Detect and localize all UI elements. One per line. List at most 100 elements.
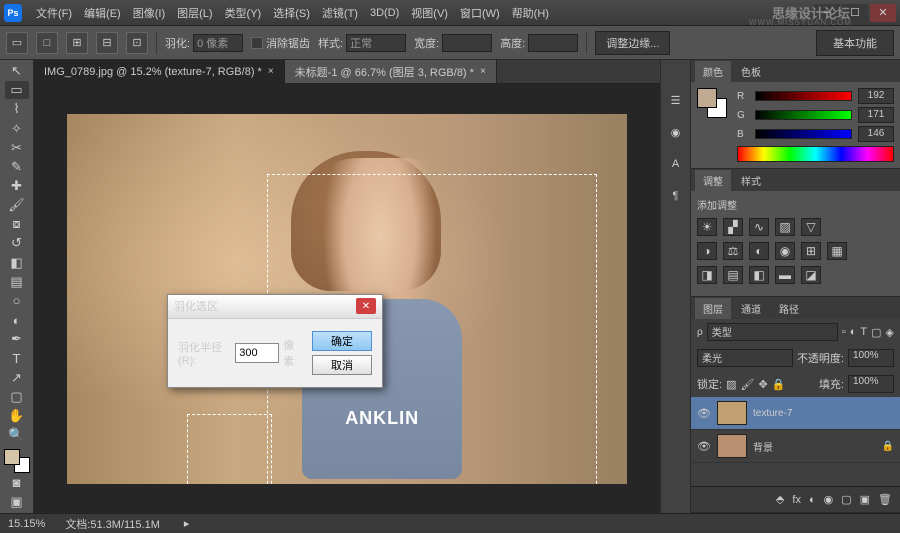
menu-window[interactable]: 窗口(W) — [454, 1, 506, 25]
channels-tab[interactable]: 通道 — [733, 298, 769, 319]
filter-type-icon[interactable]: T — [860, 326, 867, 338]
channelmixer-icon[interactable]: ⊞ — [801, 242, 821, 260]
width-input[interactable] — [442, 34, 492, 52]
selection-intersect-icon[interactable]: ⊡ — [126, 32, 148, 54]
dialog-close-icon[interactable]: ✕ — [356, 298, 376, 314]
new-layer-icon[interactable]: ▣ — [860, 493, 870, 506]
selection-subtract-icon[interactable]: ⊟ — [96, 32, 118, 54]
history-icon[interactable]: ☰ — [666, 90, 686, 110]
feather-input[interactable]: 0 像素 — [193, 34, 243, 52]
zoom-level[interactable]: 15.15% — [8, 518, 45, 530]
link-layers-icon[interactable]: ⬘ — [776, 493, 784, 506]
colorlookup-icon[interactable]: ▦ — [827, 242, 847, 260]
g-value[interactable]: 171 — [858, 107, 894, 123]
menu-3d[interactable]: 3D(D) — [364, 3, 405, 23]
curves-icon[interactable]: ∿ — [749, 218, 769, 236]
invert-icon[interactable]: ◨ — [697, 266, 717, 284]
layer-thumbnail[interactable] — [717, 434, 747, 458]
history-brush-tool[interactable]: ↺ — [5, 234, 29, 252]
crop-tool[interactable]: ✂ — [5, 139, 29, 157]
paragraph-icon[interactable]: ¶ — [666, 186, 686, 206]
canvas[interactable]: ANKLIN 羽化选区 ✕ 羽化半径(R): 像素 — [67, 114, 627, 484]
b-value[interactable]: 146 — [858, 126, 894, 142]
colorbalance-icon[interactable]: ⚖ — [723, 242, 743, 260]
lock-all-icon[interactable]: 🔒 — [772, 378, 786, 391]
bw-icon[interactable]: ◐ — [749, 242, 769, 260]
hand-tool[interactable]: ✋ — [5, 407, 29, 425]
filter-smart-icon[interactable]: ◈ — [886, 326, 894, 339]
blend-mode-select[interactable]: 柔光 — [697, 349, 793, 367]
g-slider[interactable] — [755, 110, 852, 120]
dialog-titlebar[interactable]: 羽化选区 ✕ — [168, 295, 382, 319]
ok-button[interactable]: 确定 — [312, 331, 372, 351]
cancel-button[interactable]: 取消 — [312, 355, 372, 375]
refine-edge-button[interactable]: 调整边缘... — [595, 31, 670, 55]
layer-kind-select[interactable]: 类型 — [707, 323, 838, 341]
doc-size[interactable]: 文档:51.3M/115.1M — [65, 516, 160, 532]
fx-icon[interactable]: fx — [792, 494, 801, 506]
layer-thumbnail[interactable] — [717, 401, 747, 425]
posterize-icon[interactable]: ▤ — [723, 266, 743, 284]
layer-row[interactable]: 👁 背景 🔒 — [691, 430, 900, 463]
workspace-switcher[interactable]: 基本功能 — [816, 30, 894, 56]
color-tab[interactable]: 颜色 — [695, 61, 731, 82]
stamp-tool[interactable]: ⧇ — [5, 215, 29, 233]
shape-tool[interactable]: ▢ — [5, 388, 29, 406]
lock-transparent-icon[interactable]: ▨ — [726, 378, 736, 391]
menu-layer[interactable]: 图层(L) — [171, 1, 218, 25]
brush-tool[interactable]: 🖌 — [5, 196, 29, 214]
height-input[interactable] — [528, 34, 578, 52]
threshold-icon[interactable]: ◧ — [749, 266, 769, 284]
move-tool[interactable]: ↖ — [5, 62, 29, 80]
selection-new-icon[interactable]: □ — [36, 32, 58, 54]
document-tab-1[interactable]: IMG_0789.jpg @ 15.2% (texture-7, RGB/8) … — [34, 60, 285, 83]
levels-icon[interactable]: ▞ — [723, 218, 743, 236]
hue-icon[interactable]: ◑ — [697, 242, 717, 260]
marquee-tool[interactable]: ▭ — [5, 81, 29, 99]
eyedropper-tool[interactable]: ✎ — [5, 158, 29, 176]
pen-tool[interactable]: ✒ — [5, 330, 29, 348]
zoom-tool[interactable]: 🔍 — [5, 426, 29, 444]
path-tool[interactable]: ↗ — [5, 369, 29, 387]
adjustment-layer-icon[interactable]: ◉ — [824, 493, 834, 506]
eraser-tool[interactable]: ◧ — [5, 254, 29, 272]
vibrance-icon[interactable]: ▽ — [801, 218, 821, 236]
menu-type[interactable]: 类型(Y) — [219, 1, 268, 25]
menu-filter[interactable]: 滤镜(T) — [316, 1, 364, 25]
r-value[interactable]: 192 — [858, 88, 894, 104]
lock-pixel-icon[interactable]: 🖌 — [740, 378, 754, 391]
layer-row[interactable]: 👁 texture-7 — [691, 397, 900, 430]
dodge-tool[interactable]: ◐ — [5, 311, 29, 329]
lasso-tool[interactable]: ⌇ — [5, 100, 29, 118]
styles-tab[interactable]: 样式 — [733, 170, 769, 191]
document-tab-2[interactable]: 未标题-1 @ 66.7% (图层 3, RGB/8) *× — [285, 60, 497, 83]
tab-close-icon[interactable]: × — [268, 66, 274, 77]
quickmask-tool[interactable]: ◙ — [5, 474, 29, 492]
exposure-icon[interactable]: ▨ — [775, 218, 795, 236]
heal-tool[interactable]: ✚ — [5, 177, 29, 195]
group-icon[interactable]: ▢ — [841, 493, 851, 506]
menu-select[interactable]: 选择(S) — [267, 1, 316, 25]
b-slider[interactable] — [755, 129, 852, 139]
visibility-icon[interactable]: 👁 — [697, 439, 711, 453]
properties-icon[interactable]: ◉ — [666, 122, 686, 142]
filter-shape-icon[interactable]: ▢ — [871, 326, 881, 339]
character-icon[interactable]: A — [666, 154, 686, 174]
filter-adjust-icon[interactable]: ◐ — [850, 326, 857, 338]
type-tool[interactable]: T — [5, 349, 29, 367]
gradient-tool[interactable]: ▤ — [5, 273, 29, 291]
color-swatches[interactable] — [4, 449, 30, 473]
mask-icon[interactable]: ◐ — [809, 494, 816, 506]
menu-view[interactable]: 视图(V) — [405, 1, 454, 25]
visibility-icon[interactable]: 👁 — [697, 406, 711, 420]
brightness-icon[interactable]: ☀ — [697, 218, 717, 236]
filter-pixel-icon[interactable]: ▫ — [842, 326, 846, 338]
paths-tab[interactable]: 路径 — [771, 298, 807, 319]
swatches-tab[interactable]: 色板 — [733, 61, 769, 82]
tab-close-icon[interactable]: × — [480, 66, 486, 77]
screenmode-tool[interactable]: ▣ — [5, 493, 29, 511]
r-slider[interactable] — [755, 91, 852, 101]
selection-add-icon[interactable]: ⊞ — [66, 32, 88, 54]
menu-image[interactable]: 图像(I) — [127, 1, 171, 25]
adjustments-tab[interactable]: 调整 — [695, 170, 731, 191]
